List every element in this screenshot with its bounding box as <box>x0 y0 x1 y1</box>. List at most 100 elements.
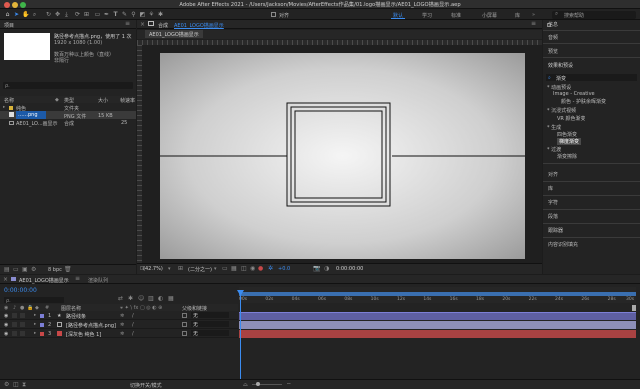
panel-menu-icon[interactable]: ≡ <box>125 20 130 27</box>
parent-dropdown[interactable]: 无 <box>191 330 229 337</box>
collapse-switch-icon[interactable]: ✲ <box>120 331 124 337</box>
effects-search-input[interactable]: ⌕ 渐变 <box>546 74 637 82</box>
effects-tree-item[interactable]: * 生成 <box>547 124 561 131</box>
composition-tab-name[interactable]: AE01_LOGO描画显示 <box>174 22 224 29</box>
eraser-tool-icon[interactable]: ◩ <box>139 11 146 18</box>
workspace-library[interactable]: 库 <box>515 12 520 19</box>
type-tool-icon[interactable]: T <box>112 11 119 18</box>
composition-subtab[interactable]: AE01_LOGO描画显示 <box>145 30 203 38</box>
lock-icon[interactable] <box>148 21 154 26</box>
project-settings-icon[interactable]: ⚙ <box>31 266 36 273</box>
project-row-label-color[interactable] <box>55 121 59 125</box>
timeline-timecode[interactable]: 0:00:00:00 <box>4 287 37 294</box>
column-size[interactable]: 大小 <box>98 97 108 104</box>
shy-icon[interactable]: ☺ <box>138 295 144 302</box>
fit-frame-icon[interactable]: ⊞ <box>178 265 183 272</box>
eye-icon[interactable]: ◉ <box>4 322 8 328</box>
zoom-in-icon[interactable]: ⌔ <box>286 381 292 389</box>
transfer-controls-icon[interactable]: ◫ <box>13 381 19 388</box>
new-composition-icon[interactable]: ▣ <box>22 266 28 273</box>
collapse-switch-icon[interactable]: ✲ <box>120 313 124 319</box>
layer-row[interactable]: ◉ ▸ 3 [深灰色 纯色 1] ✲ / 无 <box>0 330 238 338</box>
eye-icon[interactable]: ◉ <box>4 313 8 319</box>
project-row[interactable]: AE01_LO...画显示 合成 25 <box>0 119 136 127</box>
time-ruler[interactable]: 00s 02s 04s 06s 08s 10s 12s 14s 16s 18s 20s 22s 24s 2… <box>239 287 636 303</box>
audio-panel[interactable]: 音频 <box>544 33 640 43</box>
project-row[interactable]: ▸ 纯色 文件夹 <box>0 104 136 113</box>
panel-menu-icon[interactable]: ≡ <box>75 275 80 282</box>
layer-row[interactable]: ◉ ▸ 1 ★ 路径线条 ✲ / 无 <box>0 312 238 320</box>
column-type[interactable]: 类型 <box>64 97 74 104</box>
layer-name[interactable]: 路径线条 <box>66 313 86 320</box>
show-snapshot-icon[interactable]: ◑ <box>324 265 329 272</box>
panel-menu-icon[interactable]: ≡ <box>531 20 536 27</box>
workspace-learn[interactable]: 学习 <box>422 12 432 19</box>
timeline-search-input[interactable]: ρ. <box>4 297 64 304</box>
align-panel[interactable]: 对齐 <box>544 170 640 180</box>
layer-bar[interactable] <box>239 330 636 338</box>
layer-name-column[interactable]: 图层名称 <box>61 305 81 312</box>
rotate-tool-icon[interactable]: ⟳ <box>74 11 81 18</box>
quality-switch-icon[interactable]: / <box>132 331 134 337</box>
hand-tool-icon[interactable]: ✋ <box>22 11 29 18</box>
lock-column-icon[interactable]: 🔒 <box>27 305 33 311</box>
paragraph-panel[interactable]: 段落 <box>544 212 640 222</box>
delete-icon[interactable]: 🗑 <box>64 266 72 273</box>
puppet-tool-icon[interactable]: ✱ <box>157 11 164 18</box>
project-panel-title[interactable]: 项目 <box>4 22 14 29</box>
pickwhip-icon[interactable] <box>182 330 187 336</box>
exposure-icon[interactable]: ✲ <box>268 265 273 272</box>
in-out-icon[interactable]: ⧗ <box>22 381 26 389</box>
quality-switch-icon[interactable]: / <box>132 322 134 328</box>
effects-tree-item[interactable]: VR 颜色渐变 <box>557 115 585 122</box>
project-row-label-color[interactable] <box>55 113 59 117</box>
label-column-icon[interactable]: ◆ <box>55 97 59 103</box>
color-management-icon[interactable]: ● <box>258 265 263 272</box>
snapshot-icon[interactable]: 📷 <box>313 265 320 272</box>
work-area-end-icon[interactable] <box>632 305 636 311</box>
layer-name[interactable]: [深灰色 纯色 1] <box>66 331 101 338</box>
audio-toggle[interactable] <box>12 321 17 327</box>
expand-arrow-icon[interactable]: ▸ <box>3 105 5 110</box>
zoom-dropdown[interactable]: (42.7%) <box>143 266 163 272</box>
preview-panel[interactable]: 预览 <box>544 47 640 57</box>
effects-presets-panel[interactable]: 效果和预设 <box>544 61 640 71</box>
label-column-icon[interactable]: ◆ <box>35 305 39 311</box>
composition-canvas[interactable] <box>160 53 525 259</box>
effects-tree-item-selected[interactable]: 梯度渐变 <box>557 138 582 145</box>
roto-brush-icon[interactable]: ⚘ <box>148 11 155 18</box>
motion-blur-icon[interactable]: ◐ <box>158 295 163 302</box>
pen-tool-icon[interactable]: ✒ <box>103 11 110 18</box>
layer-label-color[interactable] <box>40 331 44 336</box>
expand-arrow-icon[interactable]: ▸ <box>34 313 36 318</box>
graph-editor-icon[interactable]: ▦ <box>168 295 174 302</box>
tracker-panel[interactable]: 跟踪器 <box>544 226 640 236</box>
effects-tree-item[interactable]: * 动画预设 <box>547 84 571 91</box>
bit-depth-button[interactable]: 8 bpc <box>48 267 62 273</box>
frame-blending-icon[interactable]: ▥ <box>148 295 154 302</box>
exposure-value[interactable]: +0.0 <box>278 266 290 272</box>
character-panel[interactable]: 字符 <box>544 198 640 208</box>
help-search-box[interactable]: ⌕ 搜索帮助 <box>552 10 636 19</box>
timeline-tab-name[interactable]: AE01_LOGO描画显示 <box>19 277 69 284</box>
transparency-grid-icon[interactable]: ▦ <box>231 265 237 272</box>
comp-flowchart-icon[interactable]: ⇄ <box>118 295 123 302</box>
close-tab-icon[interactable]: × <box>140 21 145 28</box>
project-row-name[interactable]: ……png <box>16 111 46 119</box>
selection-tool-icon[interactable]: ➤ <box>13 11 20 18</box>
column-fps[interactable]: 帧速率 <box>120 97 135 104</box>
audio-toggle[interactable] <box>12 330 17 336</box>
audio-toggle[interactable] <box>12 312 17 318</box>
toggle-switches-modes[interactable]: 切换开关/模式 <box>130 382 162 389</box>
audio-column-icon[interactable]: ♪ <box>13 305 16 311</box>
zoom-slider-thumb[interactable] <box>256 382 260 386</box>
brush-tool-icon[interactable]: ✎ <box>121 11 128 18</box>
region-of-interest-icon[interactable]: ▭ <box>222 265 228 272</box>
workspace-small-screen[interactable]: 小屏幕 <box>482 12 497 19</box>
effects-tree-item[interactable]: 四色渐变 <box>557 131 577 138</box>
expand-arrow-icon[interactable]: ▸ <box>34 331 36 336</box>
project-search-input[interactable]: ρ. <box>3 82 133 89</box>
layer-bar[interactable] <box>239 321 636 329</box>
playhead-line[interactable] <box>240 291 241 381</box>
zoom-out-icon[interactable]: ⌓ <box>243 381 248 389</box>
